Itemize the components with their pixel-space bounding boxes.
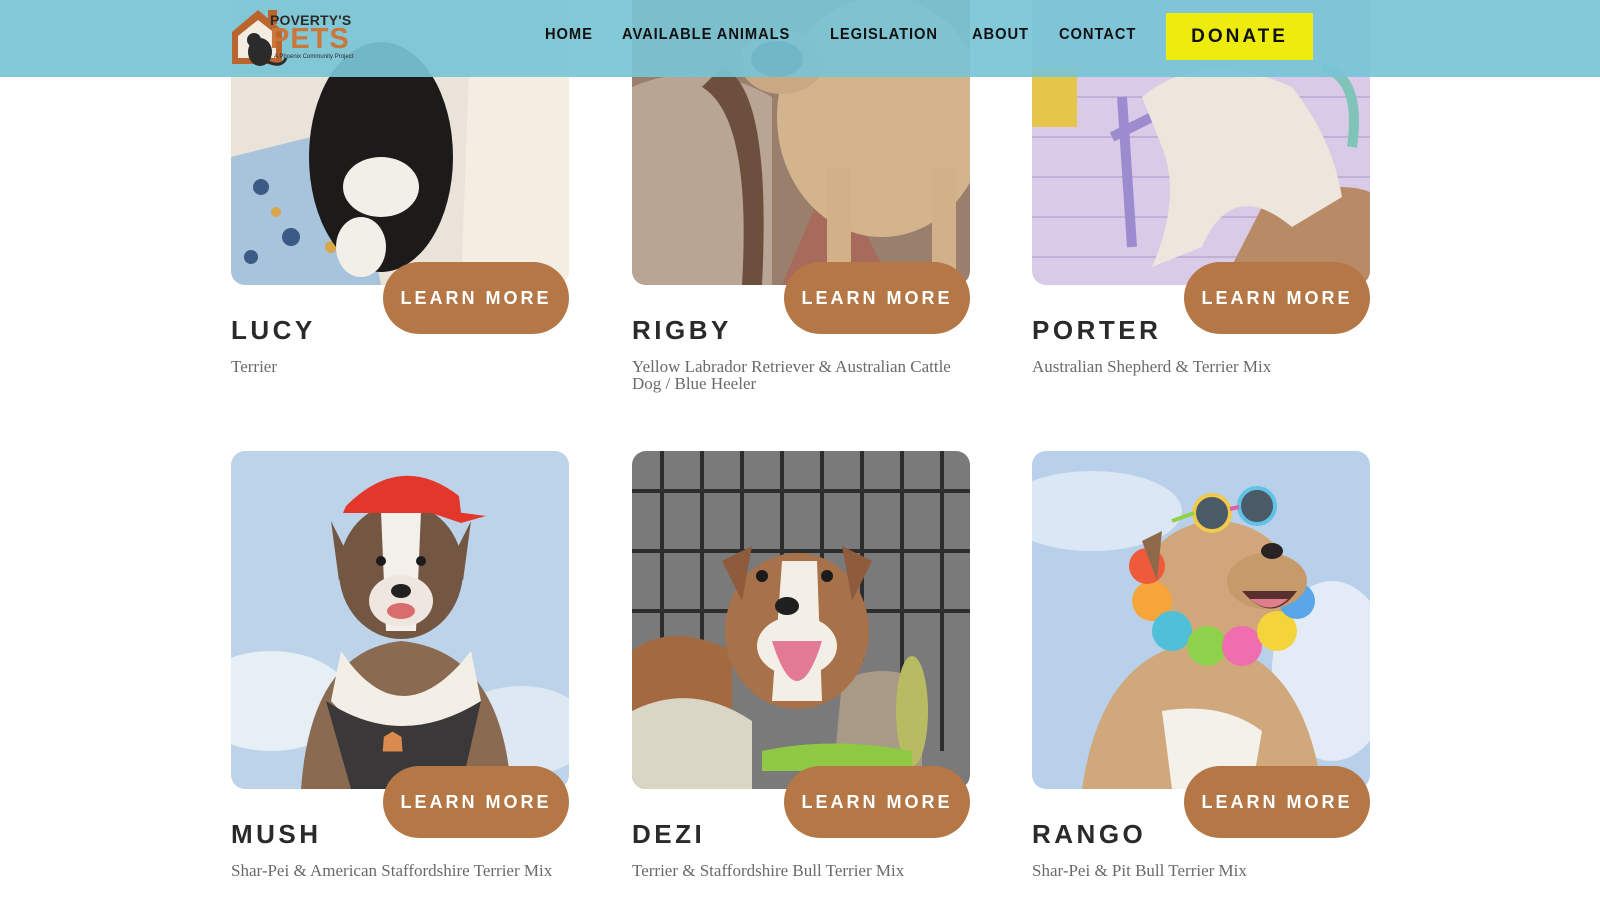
pet-breed: Shar-Pei & American Staffordshire Terrie…	[231, 861, 553, 880]
logo-text-main: PETS	[270, 23, 350, 55]
donate-button[interactable]: DONATE	[1166, 13, 1313, 60]
pet-breed: Shar-Pei & Pit Bull Terrier Mix	[1032, 861, 1247, 880]
svg-text:☗: ☗	[381, 727, 404, 757]
site-logo[interactable]: POVERTY'S PETS A Phoenix Community Proje…	[230, 6, 362, 68]
pet-name: LUCY	[231, 315, 316, 345]
pet-name: MUSH	[231, 819, 322, 849]
pet-breed: Australian Shepherd & Terrier Mix	[1032, 357, 1272, 376]
pet-name: RANGO	[1032, 819, 1147, 849]
pet-photo-rango[interactable]	[1032, 451, 1370, 789]
main-nav: HOME AVAILABLE ANIMALS LEGISLATION ABOUT…	[545, 26, 1143, 44]
pet-name: RIGBY	[632, 315, 732, 345]
nav-home[interactable]: HOME	[545, 26, 593, 44]
learn-more-button[interactable]: LEARN MORE	[1184, 766, 1370, 838]
learn-more-button[interactable]: LEARN MORE	[383, 766, 569, 838]
nav-contact[interactable]: CONTACT	[1059, 26, 1136, 44]
pet-breed: Terrier & Staffordshire Bull Terrier Mix	[632, 861, 905, 880]
logo-tagline: A Phoenix Community Project	[274, 54, 354, 60]
nav-available-animals[interactable]: AVAILABLE ANIMALS	[622, 26, 790, 44]
pet-photo-mush[interactable]: ☗	[231, 451, 569, 789]
learn-more-button[interactable]: LEARN MORE	[784, 766, 970, 838]
pet-breed: Terrier	[231, 357, 277, 376]
site-header: POVERTY'S PETS A Phoenix Community Proje…	[0, 0, 1600, 77]
learn-more-button[interactable]: LEARN MORE	[383, 262, 569, 334]
nav-legislation[interactable]: LEGISLATION	[830, 26, 938, 44]
nav-about[interactable]: ABOUT	[972, 26, 1029, 44]
learn-more-button[interactable]: LEARN MORE	[784, 262, 970, 334]
pet-breed: Yellow Labrador Retriever & Australian C…	[632, 357, 951, 393]
pet-photo-dezi[interactable]	[632, 451, 970, 789]
learn-more-button[interactable]: LEARN MORE	[1184, 262, 1370, 334]
pet-name: PORTER	[1032, 315, 1162, 345]
pet-name: DEZI	[632, 819, 706, 849]
